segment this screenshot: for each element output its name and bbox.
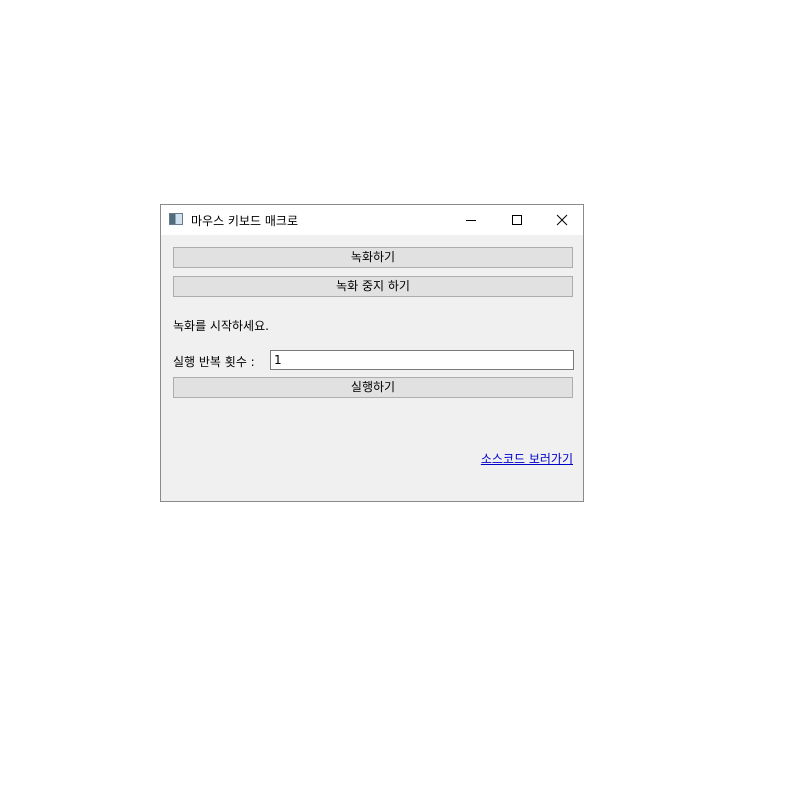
window-title: 마우스 키보드 매크로 (191, 214, 298, 228)
repeat-count-input[interactable] (270, 350, 574, 370)
app-window: 마우스 키보드 매크로 녹화하기 녹화 중지 하기 녹화를 시작하세요. 실행 … (160, 204, 584, 502)
close-icon (556, 214, 568, 226)
minimize-button[interactable] (448, 205, 494, 235)
minimize-icon (466, 220, 476, 221)
source-code-link[interactable]: 소스코드 보러가기 (481, 450, 573, 467)
record-button[interactable]: 녹화하기 (173, 247, 573, 268)
status-label: 녹화를 시작하세요. (173, 319, 269, 333)
title-bar[interactable]: 마우스 키보드 매크로 (161, 205, 583, 235)
close-button[interactable] (539, 205, 585, 235)
stop-record-button[interactable]: 녹화 중지 하기 (173, 276, 573, 297)
app-window-icon (169, 213, 183, 225)
maximize-icon (512, 215, 522, 225)
repeat-count-label: 실행 반복 횟수 : (173, 355, 255, 369)
maximize-button[interactable] (494, 205, 540, 235)
run-button[interactable]: 실행하기 (173, 377, 573, 398)
